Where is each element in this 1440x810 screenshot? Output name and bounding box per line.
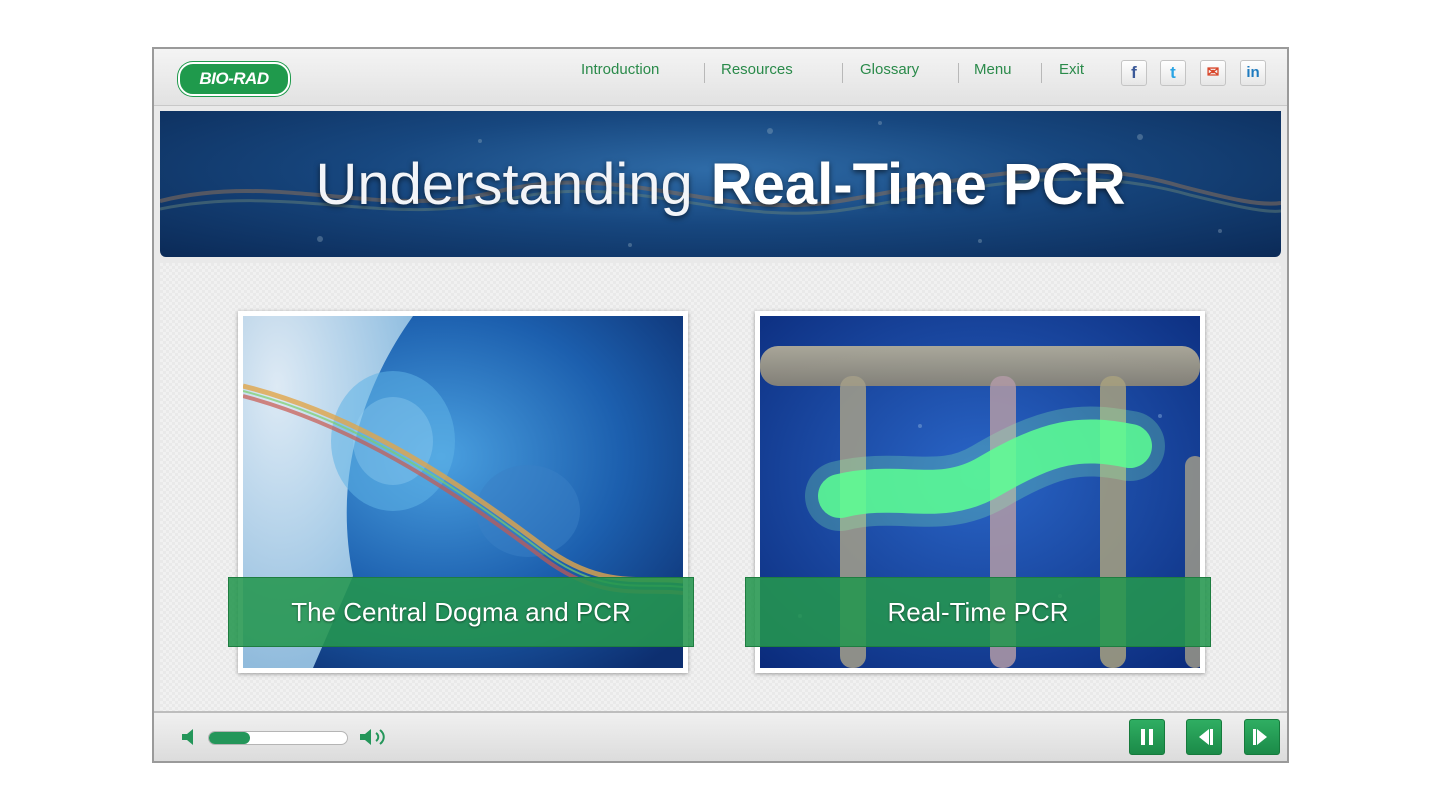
twitter-icon[interactable]: t — [1160, 60, 1186, 86]
nav-divider — [704, 63, 705, 83]
module-label-central-dogma[interactable]: The Central Dogma and PCR — [228, 577, 694, 647]
nav-divider — [842, 63, 843, 83]
top-bar: BIO-RAD Introduction Resources Glossary … — [154, 49, 1287, 106]
previous-icon — [1199, 729, 1213, 745]
course-player-window: BIO-RAD Introduction Resources Glossary … — [152, 47, 1289, 763]
nav-resources[interactable]: Resources — [721, 61, 793, 78]
nav-introduction[interactable]: Introduction — [581, 61, 659, 78]
next-button[interactable] — [1244, 719, 1280, 755]
volume-high-icon[interactable] — [358, 727, 402, 747]
nav-exit[interactable]: Exit — [1059, 61, 1084, 78]
previous-button[interactable] — [1186, 719, 1222, 755]
bio-rad-logo[interactable]: BIO-RAD — [178, 62, 290, 96]
course-title-banner: Understanding Real-Time PCR — [160, 111, 1281, 257]
volume-slider[interactable] — [208, 731, 348, 745]
volume-low-icon[interactable] — [180, 727, 200, 747]
module-menu: The Central Dogma and PCR Real-Time PCR — [160, 263, 1281, 713]
next-icon — [1253, 729, 1267, 745]
pause-button[interactable] — [1129, 719, 1165, 755]
linkedin-icon[interactable]: in — [1240, 60, 1266, 86]
email-icon[interactable]: ✉ — [1200, 60, 1226, 86]
nav-divider — [958, 63, 959, 83]
volume-slider-fill — [209, 732, 251, 744]
course-title: Understanding Real-Time PCR — [160, 151, 1281, 218]
module-label-real-time-pcr[interactable]: Real-Time PCR — [745, 577, 1211, 647]
nav-menu[interactable]: Menu — [974, 61, 1012, 78]
course-title-light: Understanding — [315, 152, 693, 217]
course-title-bold: Real-Time PCR — [710, 152, 1126, 217]
nav-glossary[interactable]: Glossary — [860, 61, 919, 78]
nav-divider — [1041, 63, 1042, 83]
pause-icon — [1141, 729, 1153, 745]
facebook-icon[interactable]: f — [1121, 60, 1147, 86]
player-controls-bar — [154, 711, 1287, 761]
